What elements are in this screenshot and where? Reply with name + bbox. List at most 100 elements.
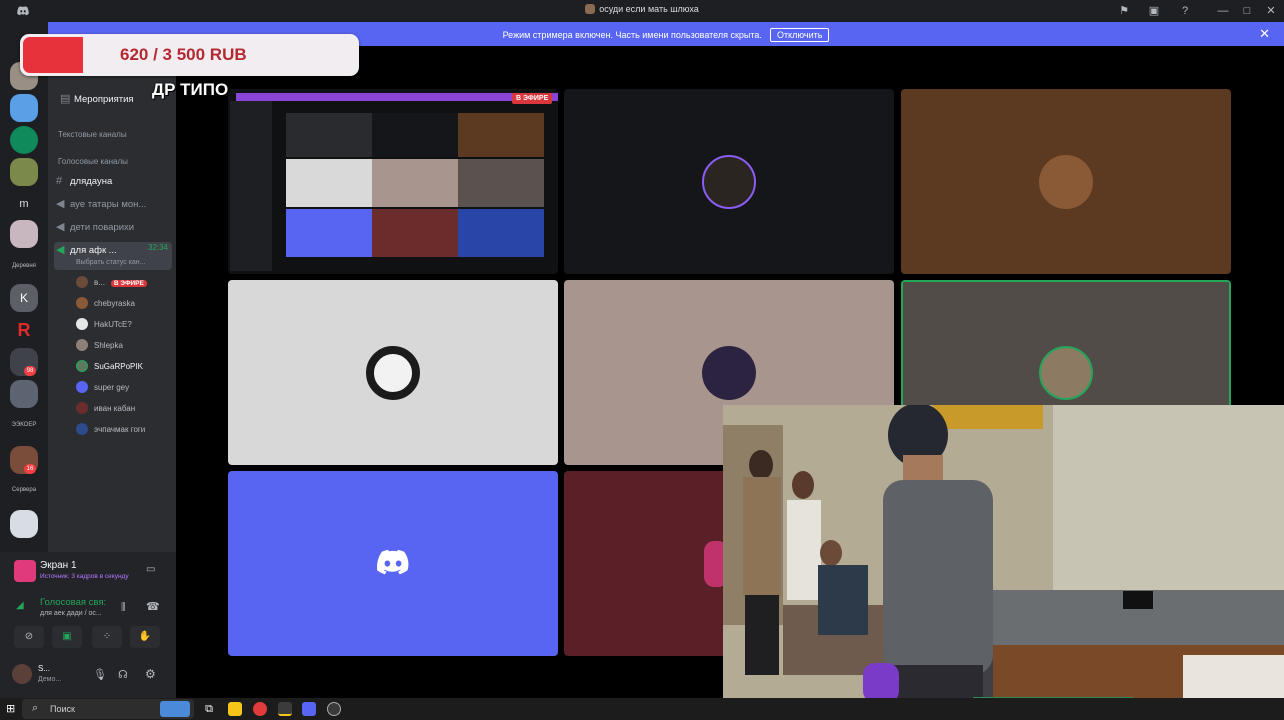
server-icon[interactable] — [10, 380, 38, 408]
voice-user[interactable]: SuGaRPoPIK — [76, 360, 176, 376]
signal-icon[interactable]: ◢ — [16, 600, 24, 611]
monitor-icon[interactable]: ▣ — [1147, 4, 1161, 18]
stop-stream-icon[interactable]: ▭ — [146, 564, 155, 575]
stream-preview-tile — [372, 113, 458, 157]
server-icon[interactable] — [10, 220, 38, 248]
mention-badge: 16 — [24, 464, 36, 474]
video-tile[interactable] — [564, 89, 894, 274]
channel-status[interactable]: Выбрать статус кан... — [76, 259, 145, 266]
file-explorer-icon[interactable] — [228, 702, 242, 716]
avatar — [702, 154, 756, 209]
avatar — [702, 345, 756, 400]
voice-user[interactable]: в... В ЭФИРЕ — [76, 276, 176, 292]
text-channels-category[interactable]: Текстовые каналы — [58, 130, 127, 139]
soundboard-button[interactable]: ✋ — [130, 626, 160, 648]
voice-connected-status[interactable]: Голосовая свя: — [40, 597, 106, 608]
voice-user[interactable]: иван кабан — [76, 402, 176, 418]
task-view-icon[interactable]: ⧉ — [202, 702, 216, 716]
stream-preview-tile — [458, 113, 544, 157]
mention-badge: 98 — [24, 366, 36, 376]
discord-taskbar-icon[interactable] — [302, 702, 316, 716]
voice-channel-name[interactable]: для аек дади / ос... — [40, 610, 102, 617]
server-icon[interactable]: m — [10, 190, 38, 218]
speaker-icon: ◀ — [56, 198, 65, 210]
channel-sidebar: ▤ Мероприятия Текстовые каналы Голосовые … — [48, 46, 176, 552]
disable-streamer-mode-button[interactable]: Отключить — [769, 28, 830, 42]
donation-amount: 620 / 3 500 RUB — [120, 45, 247, 64]
calendar-icon: ▤ — [60, 93, 71, 105]
server-icon[interactable] — [10, 510, 38, 538]
avatar — [76, 318, 88, 330]
channel-timer: 32:34 — [147, 243, 168, 252]
microphone-icon[interactable]: 🎙 — [93, 668, 107, 681]
channel-item[interactable]: # длядауна — [56, 175, 172, 193]
headphones-icon[interactable]: ☊ — [118, 668, 128, 681]
channel-item[interactable]: ◀ ауе татары мон... — [56, 197, 172, 215]
window-title: осуди если мать шлюха — [0, 4, 1284, 14]
avatar — [76, 297, 88, 309]
soundboard-icon: ✋ — [138, 631, 152, 642]
video-tile[interactable] — [901, 89, 1231, 274]
voice-panel: Экран 1 Источник: 3 кадров в секунду ▭ ◢… — [0, 552, 176, 698]
banner-close-icon[interactable]: ✕ — [1259, 26, 1270, 42]
stream-preview-tile — [286, 209, 372, 257]
stream-preview-sidebar — [230, 101, 272, 271]
server-icon[interactable] — [10, 126, 38, 154]
video-tile[interactable] — [228, 280, 558, 465]
streamer-mode-message: Режим стримера включен. Часть имени поль… — [502, 30, 762, 40]
activities-button[interactable]: ⁘ — [92, 626, 122, 648]
stream-preview-tile — [458, 159, 544, 207]
disconnect-icon[interactable]: ☎ — [146, 600, 160, 613]
search-highlight-image — [160, 701, 190, 717]
inbox-icon[interactable]: ⚑ — [1117, 4, 1131, 18]
live-badge: В ЭФИРЕ — [512, 93, 553, 104]
settings-gear-icon[interactable]: ⚙ — [145, 667, 156, 681]
windows-taskbar: ⊞ ⌕ Поиск ⧉ — [0, 698, 1284, 720]
voice-user[interactable]: HakUTcE? — [76, 318, 176, 334]
avatar — [76, 276, 88, 288]
stream-preview-tile — [286, 113, 372, 157]
speaker-icon: ◀ — [56, 244, 65, 256]
stream-preview-banner — [236, 93, 558, 101]
hash-icon: # — [56, 175, 63, 187]
taskbar-search[interactable]: ⌕ Поиск — [22, 699, 194, 719]
voice-channels-category[interactable]: Голосовые каналы — [58, 157, 128, 166]
screen: осуди если мать шлюха ⚑ ▣ ? — □ ✕ Режим … — [0, 0, 1284, 720]
stream-tile[interactable]: В ЭФИРЕ — [228, 89, 558, 274]
noise-suppression-icon[interactable]: ⫼ — [121, 602, 126, 613]
help-icon[interactable]: ? — [1178, 4, 1192, 18]
server-folder-label: Сервера — [11, 487, 37, 493]
screen-share-icon: ▣ — [62, 631, 72, 642]
voice-user[interactable]: эчпачмак гоги — [76, 423, 176, 439]
user-name[interactable]: S... — [38, 664, 50, 673]
browser-icon[interactable] — [253, 702, 267, 716]
obs-icon[interactable] — [327, 702, 341, 716]
server-icon[interactable] — [10, 158, 38, 186]
channel-item[interactable]: ◀ дети поварихи — [56, 220, 172, 238]
activities-icon: ⁘ — [102, 631, 112, 642]
server-icon[interactable]: R — [10, 316, 38, 344]
voice-user[interactable]: Shlepka — [76, 339, 176, 355]
stream-preview-tile — [372, 209, 458, 257]
screen-share-title: Экран 1 — [40, 560, 77, 571]
avatar — [76, 339, 88, 351]
search-label: Поиск — [50, 704, 75, 714]
windows-start-icon[interactable]: ⊞ — [6, 702, 15, 715]
donation-goal-caption: ДР ТИПО — [152, 80, 229, 99]
screen-share-button[interactable]: ▣ — [52, 626, 82, 648]
close-window-icon[interactable]: ✕ — [1264, 4, 1278, 18]
server-icon[interactable]: K — [10, 284, 38, 312]
voice-user[interactable]: super gey — [76, 381, 176, 397]
app-icon[interactable] — [278, 702, 292, 716]
server-icon[interactable] — [10, 94, 38, 122]
voice-user[interactable]: chebyraska — [76, 297, 176, 313]
camera-off-button[interactable]: ⊘ — [14, 626, 44, 648]
live-badge: В ЭФИРЕ — [110, 280, 147, 287]
minimize-icon[interactable]: — — [1216, 4, 1230, 18]
avatar[interactable] — [12, 664, 32, 684]
video-tile[interactable] — [228, 471, 558, 656]
window-titlebar: осуди если мать шлюха ⚑ ▣ ? — □ ✕ — [0, 0, 1284, 22]
maximize-icon[interactable]: □ — [1240, 4, 1254, 18]
donation-goal-bar: 620 / 3 500 RUB — [20, 34, 359, 76]
screen-share-subtitle: Источник: 3 кадров в секунду — [40, 573, 129, 580]
